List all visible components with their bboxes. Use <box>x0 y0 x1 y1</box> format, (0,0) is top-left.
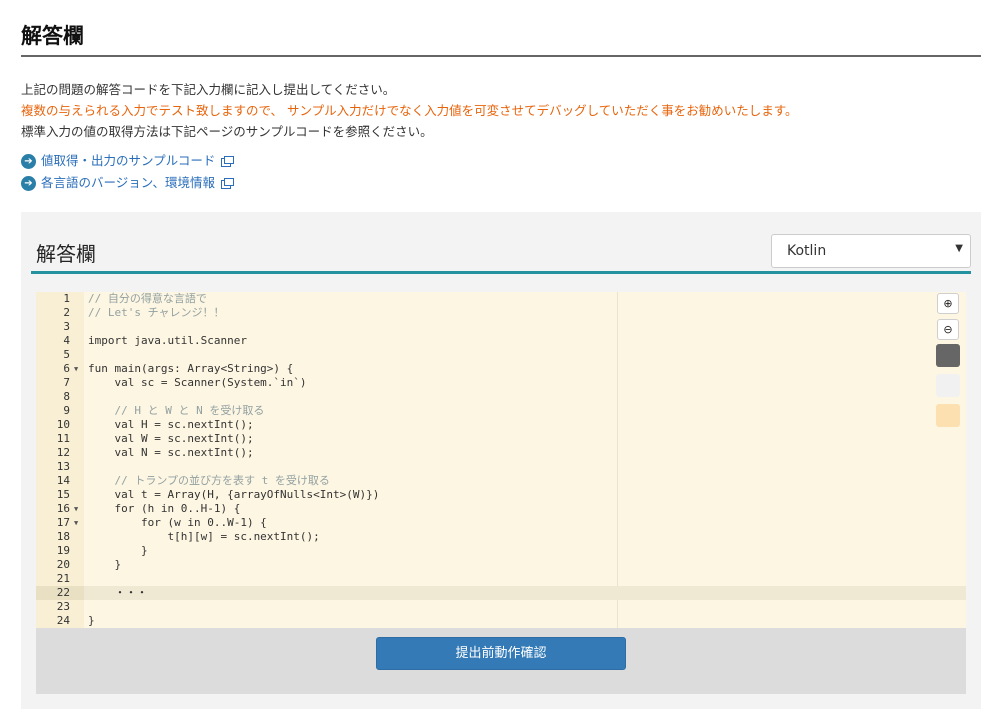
line-number: 23 <box>56 600 70 613</box>
code-line[interactable]: 15 val t = Array(H, {arrayOfNulls<Int>(W… <box>36 488 966 502</box>
code-line[interactable]: 8 <box>36 390 966 404</box>
line-number: 13 <box>56 460 70 473</box>
line-code: // 自分の得意な言語で <box>88 292 207 305</box>
line-code: val sc = Scanner(System.`in`) <box>88 376 307 389</box>
answer-panel: 解答欄 Kotlin ▼ 1 // 自分の得意な言語で 2 // Let's チャレン… <box>21 212 981 709</box>
test-run-button[interactable]: 提出前動作確認 <box>376 637 626 670</box>
line-number: 15 <box>56 488 70 501</box>
line-number: 19 <box>56 544 70 557</box>
fold-toggle-icon[interactable]: ▼ <box>74 502 78 516</box>
sample-code-link-label[interactable]: 値取得・出力のサンプルコード <box>41 150 215 172</box>
reference-links: ➔ 値取得・出力のサンプルコード ➔ 各言語のバージョン、環境情報 <box>21 150 235 194</box>
line-number: 12 <box>56 446 70 459</box>
language-select-value: Kotlin <box>787 243 827 259</box>
line-code: for (h in 0..H-1) { <box>88 502 241 515</box>
line-number: 24 <box>56 614 70 627</box>
code-line[interactable]: 6 ▼ fun main(args: Array<String>) { <box>36 362 966 376</box>
line-number: 18 <box>56 530 70 543</box>
code-line[interactable]: 17 ▼ for (w in 0..W-1) { <box>36 516 966 530</box>
code-line[interactable]: 1 // 自分の得意な言語で <box>36 292 966 306</box>
code-line[interactable]: 19 } <box>36 544 966 558</box>
line-number: 20 <box>56 558 70 571</box>
code-line[interactable]: 16 ▼ for (h in 0..H-1) { <box>36 502 966 516</box>
line-number: 7 <box>63 376 70 389</box>
code-line[interactable]: 14 // トランプの並び方を表す t を受け取る <box>36 474 966 488</box>
code-line[interactable]: 24} <box>36 614 966 628</box>
code-line[interactable]: 9 // H と W と N を受け取る <box>36 404 966 418</box>
instruction-line-3: 標準入力の値の取得方法は下記ページのサンプルコードを参照ください。 <box>21 124 433 139</box>
code-line[interactable]: 22 ・・・ <box>36 586 966 600</box>
panel-divider <box>31 271 971 274</box>
page-title: 解答欄 <box>21 24 84 48</box>
code-line[interactable]: 13 <box>36 460 966 474</box>
line-code: val H = sc.nextInt(); <box>88 418 254 431</box>
line-number: 10 <box>56 418 70 431</box>
title-divider <box>21 55 981 57</box>
language-select[interactable]: Kotlin ▼ <box>771 234 971 268</box>
line-code: } <box>88 614 95 627</box>
code-line[interactable]: 11 val W = sc.nextInt(); <box>36 432 966 446</box>
line-number: 3 <box>63 320 70 333</box>
line-number: 2 <box>63 306 70 319</box>
arrow-right-circle-icon: ➔ <box>21 175 36 191</box>
fold-toggle-icon[interactable]: ▼ <box>74 362 78 376</box>
line-code: fun main(args: Array<String>) { <box>88 362 294 375</box>
line-number: 1 <box>63 292 70 305</box>
language-versions-link[interactable]: ➔ 各言語のバージョン、環境情報 <box>21 172 235 194</box>
code-line[interactable]: 12 val N = sc.nextInt(); <box>36 446 966 460</box>
line-number: 21 <box>56 572 70 585</box>
zoom-out-icon[interactable]: ⊖ <box>937 319 959 340</box>
fold-toggle-icon[interactable]: ▼ <box>74 516 78 530</box>
line-code: import java.util.Scanner <box>88 334 247 347</box>
line-code: val t = Array(H, {arrayOfNulls<Int>(W)}) <box>88 488 380 501</box>
theme-swatch-dark[interactable] <box>936 344 960 367</box>
instructions: 上記の問題の解答コードを下記入力欄に記入し提出してください。 複数の与えられる入… <box>21 79 797 142</box>
theme-swatch-solarized[interactable] <box>936 404 960 427</box>
zoom-in-icon[interactable]: ⊕ <box>937 293 959 314</box>
external-window-icon <box>221 156 235 167</box>
line-code: ・・・ <box>88 586 148 599</box>
line-code: } <box>88 558 122 571</box>
editor-footer: 提出前動作確認 <box>36 628 966 694</box>
line-number: 8 <box>63 390 70 403</box>
arrow-right-circle-icon: ➔ <box>21 153 36 169</box>
line-code: } <box>88 544 148 557</box>
line-number: 9 <box>63 404 70 417</box>
code-line[interactable]: 3 <box>36 320 966 334</box>
external-window-icon <box>221 178 235 189</box>
theme-swatch-light[interactable] <box>936 374 960 397</box>
code-line[interactable]: 4 import java.util.Scanner <box>36 334 966 348</box>
chevron-down-icon: ▼ <box>955 243 963 254</box>
code-line[interactable]: 5 <box>36 348 966 362</box>
line-code: // トランプの並び方を表す t を受け取る <box>88 474 330 487</box>
code-line[interactable]: 18 t[h][w] = sc.nextInt(); <box>36 530 966 544</box>
line-number: 5 <box>63 348 70 361</box>
code-line[interactable]: 7 val sc = Scanner(System.`in`) <box>36 376 966 390</box>
language-versions-link-label[interactable]: 各言語のバージョン、環境情報 <box>41 172 215 194</box>
line-number: 14 <box>56 474 70 487</box>
line-code: val W = sc.nextInt(); <box>88 432 254 445</box>
code-line[interactable]: 20 } <box>36 558 966 572</box>
line-code: // Let's チャレンジ！！ <box>88 306 225 319</box>
code-lines[interactable]: 1 // 自分の得意な言語で 2 // Let's チャレンジ！！ 3 4 import j… <box>36 292 966 628</box>
answer-panel-title: 解答欄 <box>36 242 96 266</box>
sample-code-link[interactable]: ➔ 値取得・出力のサンプルコード <box>21 150 235 172</box>
instruction-line-1: 上記の問題の解答コードを下記入力欄に記入し提出してください。 <box>21 82 396 97</box>
code-editor[interactable]: 1 // 自分の得意な言語で 2 // Let's チャレンジ！！ 3 4 import j… <box>36 292 966 628</box>
line-number: 22 <box>36 586 84 600</box>
line-code: for (w in 0..W-1) { <box>88 516 267 529</box>
line-code: val N = sc.nextInt(); <box>88 446 254 459</box>
code-line[interactable]: 2 // Let's チャレンジ！！ <box>36 306 966 320</box>
code-line[interactable]: 10 val H = sc.nextInt(); <box>36 418 966 432</box>
code-line[interactable]: 21 <box>36 572 966 586</box>
line-number: 4 <box>63 334 70 347</box>
instruction-warning: 複数の与えられる入力でテスト致しますので、 サンプル入力だけでなく入力値を可変さ… <box>21 103 798 118</box>
code-line[interactable]: 23 <box>36 600 966 614</box>
line-code: // H と W と N を受け取る <box>88 404 265 417</box>
line-code: t[h][w] = sc.nextInt(); <box>88 530 320 543</box>
line-number: 11 <box>56 432 70 445</box>
